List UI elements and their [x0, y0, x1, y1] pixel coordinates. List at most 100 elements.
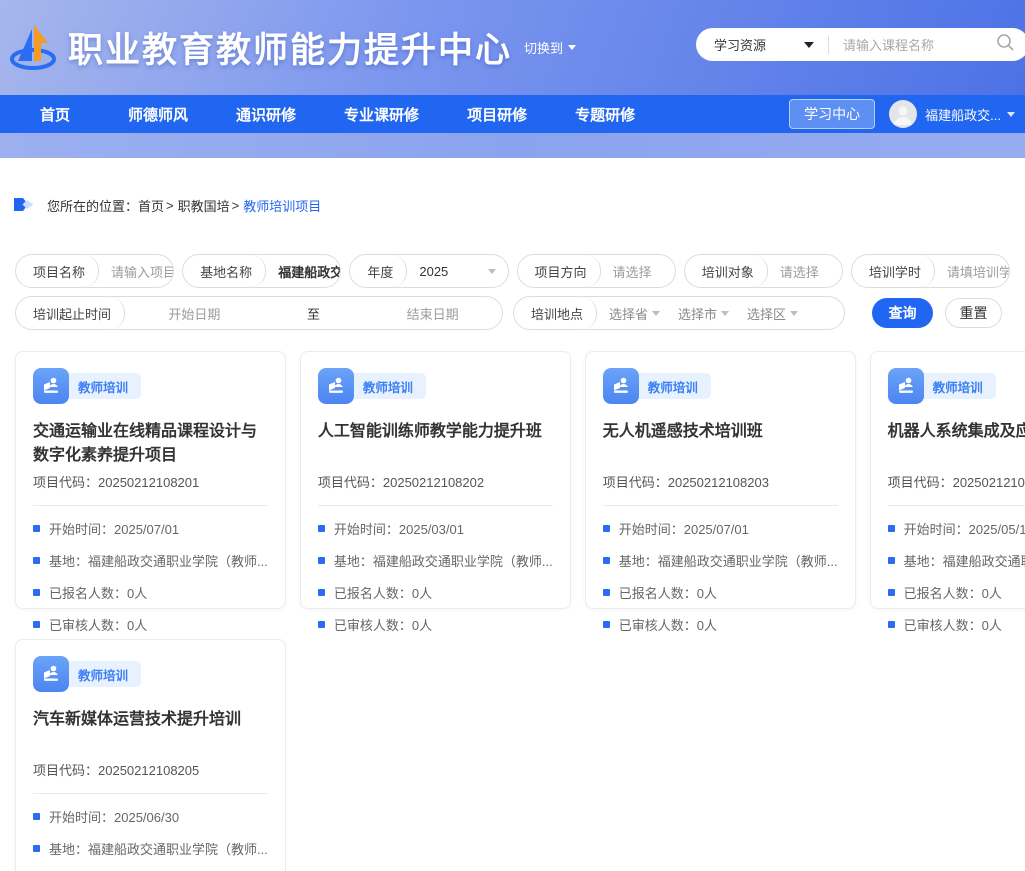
info-value: 2025/03/01	[399, 522, 464, 537]
base-name-input[interactable]: 福建船政交通职业学院	[266, 262, 340, 281]
search-icon[interactable]	[996, 33, 1015, 57]
badge-row: 教师培训	[318, 368, 553, 404]
info-label: 已报名人数：	[904, 586, 982, 601]
filter-label: 培训起止时间	[16, 297, 125, 329]
info-value: 福建船政交通职业学院（教师...	[658, 554, 838, 569]
project-card[interactable]: 教师培训 无人机遥感技术培训班 项目代码：20250212108203 开始时间…	[585, 351, 856, 609]
avatar[interactable]	[889, 100, 917, 128]
nav-item-shide[interactable]: 师德师风	[128, 104, 188, 125]
breadcrumb-prefix: 您所在的位置：	[47, 196, 138, 215]
filter-label: 培训地点	[514, 297, 597, 329]
card-info-row: 已审核人数：0人	[603, 615, 838, 634]
info-label: 基地：	[49, 554, 88, 569]
info-value: 福建船政交通职业学院（教师...	[373, 554, 553, 569]
divider	[33, 505, 268, 506]
chevron-down-icon[interactable]	[804, 42, 814, 48]
breadcrumb-separator: >	[232, 198, 240, 213]
training-hours-input[interactable]: 请填培训学时	[935, 262, 1009, 281]
course-search-bar: 学习资源 请输入课程名称	[696, 28, 1025, 61]
province-select[interactable]: 选择省	[609, 304, 672, 323]
info-text: 已审核人数：0人	[334, 615, 432, 634]
project-card[interactable]: 教师培训 机器人系统集成及应用技术 项目代码：20250212108204 开始…	[870, 351, 1025, 609]
card-code-label: 项目代码：	[33, 763, 98, 778]
project-card[interactable]: 教师培训 人工智能训练师教学能力提升班 项目代码：20250212108202 …	[300, 351, 571, 609]
card-code-label: 项目代码：	[603, 475, 668, 490]
start-date-input[interactable]: 开始日期	[168, 304, 220, 323]
query-button[interactable]: 查询	[872, 298, 933, 328]
breadcrumb-home[interactable]: 首页	[138, 196, 164, 215]
caret-down-icon[interactable]	[1007, 112, 1015, 117]
info-text: 已报名人数：0人	[49, 583, 147, 602]
card-title[interactable]: 机器人系统集成及应用技术	[888, 420, 1025, 468]
learning-center-button[interactable]: 学习中心	[789, 99, 875, 129]
info-value: 0人	[697, 586, 717, 601]
nav-item-zhuanyeke[interactable]: 专业课研修	[344, 104, 419, 125]
project-name-input[interactable]: 请输入项目名称	[99, 262, 173, 281]
card-title[interactable]: 交通运输业在线精品课程设计与数字化素养提升项目	[33, 420, 268, 468]
card-info-row: 开始时间：2025/05/11	[888, 519, 1025, 538]
info-text: 开始时间：2025/07/01	[619, 519, 749, 538]
filter-training-hours: 培训学时 请填培训学时	[851, 254, 1010, 288]
user-name[interactable]: 福建船政交...	[925, 105, 1001, 124]
project-card[interactable]: 教师培训 交通运输业在线精品课程设计与数字化素养提升项目 项目代码：202502…	[15, 351, 286, 609]
date-range-separator: 至	[307, 304, 320, 323]
card-info-row: 已报名人数：0人	[888, 583, 1025, 602]
card-title[interactable]: 人工智能训练师教学能力提升班	[318, 420, 553, 468]
card-code-value: 20250212108201	[98, 475, 199, 490]
training-type-badge: 教师培训	[916, 373, 996, 399]
info-value: 2025/07/01	[114, 522, 179, 537]
year-select[interactable]: 2025	[407, 264, 483, 279]
card-info-row: 基地：福建船政交通职业学院（教师...	[318, 551, 553, 570]
filter-label: 培训对象	[685, 255, 768, 287]
filter-row-1: 项目名称 请输入项目名称 基地名称 福建船政交通职业学院 年度 2025 项目方…	[15, 254, 1010, 288]
breadcrumb-zhijiao-guopei[interactable]: 职教国培	[178, 196, 230, 215]
filter-label: 年度	[350, 255, 407, 287]
card-code: 项目代码：20250212108204	[888, 472, 1025, 491]
bullet-icon	[603, 621, 610, 628]
info-text: 已审核人数：0人	[49, 615, 147, 634]
info-text: 已报名人数：0人	[904, 583, 1002, 602]
card-info-row: 开始时间：2025/07/01	[603, 519, 838, 538]
bullet-icon	[33, 621, 40, 628]
filter-panel: 项目名称 请输入项目名称 基地名称 福建船政交通职业学院 年度 2025 项目方…	[15, 254, 1010, 330]
caret-down-icon[interactable]	[488, 269, 496, 274]
caret-down-icon	[652, 311, 660, 316]
search-input[interactable]: 请输入课程名称	[843, 35, 996, 54]
nav-item-home[interactable]: 首页	[40, 104, 70, 125]
district-select[interactable]: 选择区	[747, 304, 810, 323]
project-card[interactable]: 教师培训 汽车新媒体运营技术提升培训 项目代码：20250212108205 开…	[15, 639, 286, 871]
card-title[interactable]: 汽车新媒体运营技术提升培训	[33, 708, 268, 756]
badge-row: 教师培训	[888, 368, 1025, 404]
filter-label: 基地名称	[183, 255, 266, 287]
page-title: 职业教育教师能力提升中心	[68, 22, 512, 73]
site-logo-icon	[8, 17, 58, 78]
teacher-training-icon	[33, 368, 69, 404]
nav-item-xiangmu[interactable]: 项目研修	[467, 104, 527, 125]
location-marker-icon	[14, 197, 35, 215]
end-date-input[interactable]: 结束日期	[407, 304, 459, 323]
card-code: 项目代码：20250212108203	[603, 472, 838, 491]
bullet-icon	[33, 525, 40, 532]
reset-button[interactable]: 重置	[945, 298, 1002, 328]
nav-item-zhuanti[interactable]: 专题研修	[575, 104, 635, 125]
city-select[interactable]: 选择市	[678, 304, 741, 323]
info-label: 已报名人数：	[49, 586, 127, 601]
teacher-training-icon	[33, 656, 69, 692]
divider	[33, 793, 268, 794]
info-label: 已审核人数：	[334, 618, 412, 633]
card-info-row: 已报名人数：0人	[603, 583, 838, 602]
divider	[603, 505, 838, 506]
info-text: 已报名人数：0人	[334, 583, 432, 602]
divider	[888, 505, 1025, 506]
nav-item-tongshi[interactable]: 通识研修	[236, 104, 296, 125]
info-text: 基地：福建船政交通职业学院（教师...	[904, 551, 1025, 570]
switch-to-dropdown[interactable]: 切换到	[524, 38, 576, 57]
project-direction-select[interactable]: 请选择	[601, 262, 675, 281]
info-value: 2025/05/11	[969, 522, 1025, 537]
card-title[interactable]: 无人机遥感技术培训班	[603, 420, 838, 468]
info-text: 开始时间：2025/07/01	[49, 519, 179, 538]
breadcrumb-current: 教师培训项目	[243, 196, 321, 215]
info-label: 已审核人数：	[49, 618, 127, 633]
search-category-select[interactable]: 学习资源	[714, 35, 766, 54]
training-target-select[interactable]: 请选择	[768, 262, 842, 281]
